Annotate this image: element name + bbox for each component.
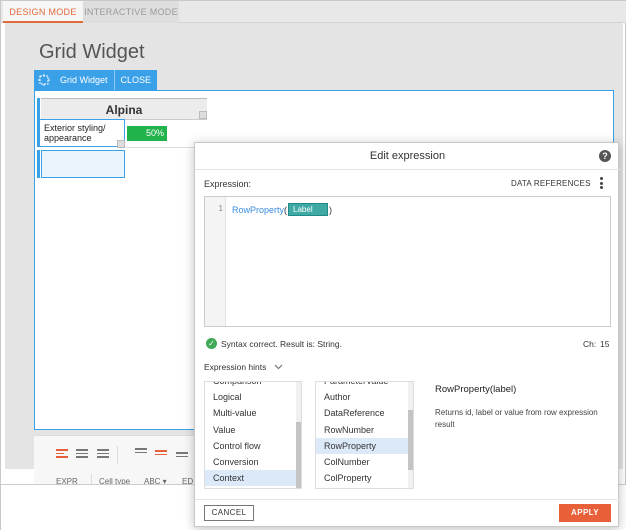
valign-middle-icon[interactable] [155,450,167,460]
list-item[interactable]: Multi-value [205,405,301,421]
tab-design-mode[interactable]: DESIGN MODE [3,1,83,23]
apply-button[interactable]: APPLY [559,504,611,522]
widget-close-button[interactable]: CLOSE [113,70,158,90]
valign-bottom-icon[interactable] [176,452,188,462]
hint-description: Returns id, label or value from row expr… [435,408,598,429]
cancel-button[interactable]: CANCEL [204,505,254,521]
code-open-paren: ( [284,204,288,215]
syntax-status-text: Syntax correct. Result is: String. [221,338,342,349]
line-number: 1 [218,204,223,213]
scrollbar[interactable] [408,382,413,488]
more-options-icon[interactable] [600,177,604,189]
scrollbar[interactable] [296,382,301,488]
syntax-status: ✓ Syntax correct. Result is: String. [206,338,342,349]
list-item[interactable]: RowProperty [316,437,413,454]
code-close-paren: ) [329,204,333,215]
expression-hints-toggle[interactable]: Expression hints [204,362,283,372]
list-item[interactable]: Control flow [205,438,301,454]
page-title: Grid Widget [39,41,145,63]
edit-expression-dialog: Edit expression ? Expression: DATA REFER… [194,142,620,527]
list-item[interactable]: Logical [205,389,301,405]
chevron-down-icon [274,363,283,372]
list-item[interactable]: DataReference [316,405,413,421]
tab-interactive-mode[interactable]: INTERACTIVE MODE [83,1,179,23]
list-item[interactable]: ParameterValue [316,382,413,389]
mode-bar: DESIGN MODE INTERACTIVE MODE [1,1,626,23]
valign-top-icon[interactable] [135,448,147,458]
help-icon[interactable]: ? [599,150,611,162]
widget-tab-bar: Grid Widget CLOSE [34,70,158,90]
code-function: RowProperty [232,204,285,215]
toolbar-divider [117,446,118,464]
move-icon[interactable] [34,70,54,90]
empty-cell[interactable] [41,150,125,178]
row-handle[interactable] [37,98,40,120]
row-handle[interactable] [37,150,40,178]
char-position-value: 15 [600,339,610,349]
grid-column-header[interactable]: Alpina [41,98,207,120]
expression-hints-label: Expression hints [204,362,267,372]
list-item[interactable]: Context [205,470,301,487]
char-position-label: Ch: [583,339,597,349]
check-icon: ✓ [206,338,217,349]
editor-gutter: 1 [205,197,226,326]
expression-editor[interactable]: 1 RowProperty ( Label ) [204,196,611,327]
function-list[interactable]: ParameterValue Author DataReference RowNumb… [315,381,414,489]
align-right-icon[interactable] [97,449,109,459]
hint-title: RowProperty(label) [435,384,517,395]
align-left-icon[interactable] [56,449,68,459]
dialog-title: Edit expression [195,143,620,170]
list-item[interactable]: RowNumber [316,422,413,438]
resize-handle[interactable] [117,140,125,148]
resize-handle[interactable] [199,111,207,119]
grid-row-label[interactable]: Exterior styling/ appearance [39,119,125,147]
progress-bar: 50% [127,126,167,141]
dialog-footer: CANCEL APPLY [195,499,620,527]
category-list[interactable]: Comparison Logical Multi-value Value Control… [204,381,302,489]
list-item[interactable]: Comparison [205,382,301,389]
list-item[interactable]: Conversion [205,454,301,470]
expression-label: Expression: [204,179,252,189]
list-item[interactable]: ColProperty [316,470,413,486]
label-token-chip[interactable]: Label [288,203,329,216]
list-item[interactable]: Author [316,389,413,405]
data-references-button[interactable]: DATA REFERENCES [511,179,591,188]
code-line[interactable]: RowProperty ( Label ) [232,203,332,216]
list-item[interactable]: Value [205,422,301,438]
widget-tab-name[interactable]: Grid Widget [54,70,114,90]
list-item[interactable]: ColNumber [316,454,413,470]
align-center-icon[interactable] [76,449,88,459]
